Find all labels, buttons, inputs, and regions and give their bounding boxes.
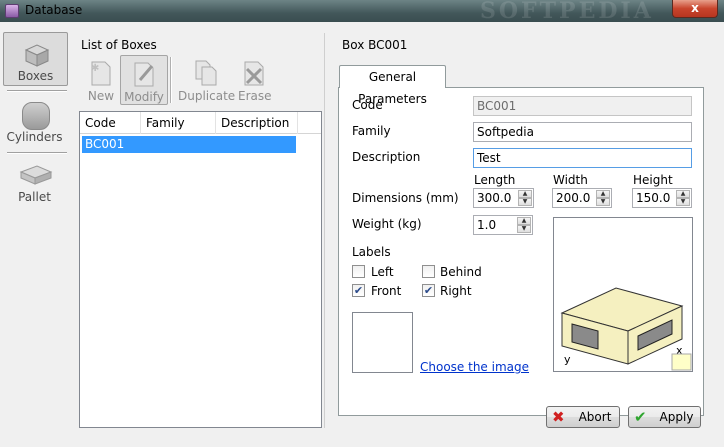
box-3d-illustration: y x bbox=[560, 287, 692, 371]
list-title: List of Boxes bbox=[81, 38, 157, 52]
spin-up-icon[interactable]: ▲ bbox=[518, 190, 532, 198]
toolbar-separator bbox=[170, 57, 172, 103]
category-nav: Boxes Cylinders Pallet bbox=[3, 32, 68, 432]
nav-item-cylinders[interactable]: Cylinders bbox=[3, 94, 68, 148]
nav-item-pallet[interactable]: Pallet bbox=[3, 154, 68, 208]
watermark: SOFTPEDIA bbox=[480, 0, 654, 24]
family-field[interactable]: Softpedia bbox=[473, 122, 692, 142]
table-row[interactable]: BC001 bbox=[82, 136, 296, 153]
length-value: 300.0 bbox=[477, 191, 512, 205]
pallet-icon bbox=[19, 165, 53, 185]
spin-up-icon[interactable]: ▲ bbox=[596, 190, 610, 198]
weight-spin-arrows[interactable]: ▲ ▼ bbox=[517, 217, 531, 233]
new-label: New bbox=[87, 89, 115, 103]
height-stepper[interactable]: 150.0 ▲ ▼ bbox=[632, 188, 692, 208]
label-image-preview[interactable] bbox=[352, 312, 413, 373]
length-stepper[interactable]: 300.0 ▲ ▼ bbox=[473, 188, 534, 208]
detail-panel: Box BC001 General Parameters Code BC001 … bbox=[333, 33, 719, 433]
duplicate-icon bbox=[195, 60, 217, 86]
width-value: 200.0 bbox=[556, 191, 591, 205]
height-spin-arrows[interactable]: ▲ ▼ bbox=[676, 190, 690, 206]
weight-label: Weight (kg) bbox=[352, 217, 422, 231]
spin-down-icon[interactable]: ▼ bbox=[517, 225, 531, 233]
weight-stepper[interactable]: 1.0 ▲ ▼ bbox=[473, 215, 533, 235]
modify-label: Modify bbox=[124, 90, 164, 104]
box-3d-preview: y x bbox=[553, 217, 693, 372]
code-field[interactable]: BC001 bbox=[473, 96, 692, 116]
svg-text:✱: ✱ bbox=[91, 63, 99, 74]
cylinder-icon bbox=[22, 102, 50, 130]
close-button[interactable]: x bbox=[672, 0, 718, 18]
dimensions-label: Dimensions (mm) bbox=[352, 191, 459, 205]
spin-down-icon[interactable]: ▼ bbox=[518, 198, 532, 206]
height-label: Height bbox=[633, 173, 673, 187]
behind-checkbox[interactable] bbox=[422, 265, 435, 278]
pencil-icon bbox=[134, 62, 154, 87]
length-spin-arrows[interactable]: ▲ ▼ bbox=[518, 190, 532, 206]
width-stepper[interactable]: 200.0 ▲ ▼ bbox=[552, 188, 612, 208]
abort-button[interactable]: ✖ Abort bbox=[546, 406, 620, 428]
left-checkbox[interactable] bbox=[352, 265, 365, 278]
front-checkbox-label: Front bbox=[371, 284, 402, 298]
duplicate-button[interactable]: Duplicate bbox=[178, 55, 236, 105]
spin-up-icon[interactable]: ▲ bbox=[676, 190, 690, 198]
labels-title: Labels bbox=[352, 245, 391, 259]
width-spin-arrows[interactable]: ▲ ▼ bbox=[596, 190, 610, 206]
check-icon: ✔ bbox=[634, 408, 647, 426]
erase-icon bbox=[244, 61, 264, 86]
left-checkbox-label: Left bbox=[371, 265, 394, 279]
table-header: Code Family Description bbox=[80, 112, 321, 134]
list-panel: List of Boxes ✱ New Modify Duplicate Era… bbox=[76, 33, 325, 428]
right-checkbox-label: Right bbox=[440, 284, 472, 298]
window-title: Database bbox=[25, 3, 83, 17]
behind-checkbox-label: Behind bbox=[440, 265, 482, 279]
description-field[interactable]: Test bbox=[473, 148, 692, 168]
new-button[interactable]: ✱ New bbox=[84, 55, 118, 105]
new-document-icon: ✱ bbox=[91, 61, 111, 86]
title-bar: Database SOFTPEDIA x bbox=[0, 0, 724, 24]
cross-icon: ✖ bbox=[552, 408, 565, 426]
nav-label-boxes: Boxes bbox=[17, 69, 54, 83]
right-checkbox[interactable]: ✔ bbox=[422, 284, 435, 297]
abort-label: Abort bbox=[578, 410, 612, 424]
tab-general-parameters[interactable]: General Parameters bbox=[339, 65, 446, 106]
nav-label-pallet: Pallet bbox=[18, 190, 51, 204]
duplicate-label: Duplicate bbox=[178, 89, 236, 103]
weight-value: 1.0 bbox=[477, 218, 497, 232]
box-icon bbox=[24, 44, 50, 67]
spin-up-icon[interactable]: ▲ bbox=[517, 217, 531, 225]
family-label: Family bbox=[352, 124, 391, 138]
column-header-description[interactable]: Description bbox=[216, 112, 298, 134]
axis-corner-swatch bbox=[671, 353, 692, 371]
detail-title: Box BC001 bbox=[342, 38, 408, 52]
modify-button[interactable]: Modify bbox=[120, 55, 168, 105]
database-window: Database SOFTPEDIA x Boxes Cylinders Pal bbox=[0, 0, 724, 447]
nav-separator bbox=[7, 90, 67, 92]
general-parameters-panel: Code BC001 Family Softpedia Description … bbox=[338, 87, 704, 416]
erase-button[interactable]: Erase bbox=[238, 55, 272, 105]
cell-code: BC001 bbox=[85, 137, 125, 151]
height-value: 150.0 bbox=[636, 191, 671, 205]
spin-down-icon[interactable]: ▼ bbox=[676, 198, 690, 206]
column-header-code[interactable]: Code bbox=[80, 112, 141, 134]
nav-item-boxes[interactable]: Boxes bbox=[3, 32, 68, 86]
front-checkbox[interactable]: ✔ bbox=[352, 284, 365, 297]
apply-button[interactable]: ✔ Apply bbox=[628, 406, 701, 428]
erase-label: Erase bbox=[238, 89, 272, 103]
width-label: Width bbox=[553, 173, 588, 187]
nav-label-cylinders: Cylinders bbox=[6, 130, 63, 144]
apply-label: Apply bbox=[659, 410, 694, 424]
description-label: Description bbox=[352, 150, 421, 164]
length-label: Length bbox=[474, 173, 516, 187]
app-icon bbox=[5, 4, 19, 18]
column-header-family[interactable]: Family bbox=[141, 112, 216, 134]
axis-y-label: y bbox=[564, 353, 571, 366]
boxes-table[interactable]: Code Family Description BC001 bbox=[79, 111, 322, 428]
choose-image-link[interactable]: Choose the image bbox=[420, 360, 529, 374]
spin-down-icon[interactable]: ▼ bbox=[596, 198, 610, 206]
